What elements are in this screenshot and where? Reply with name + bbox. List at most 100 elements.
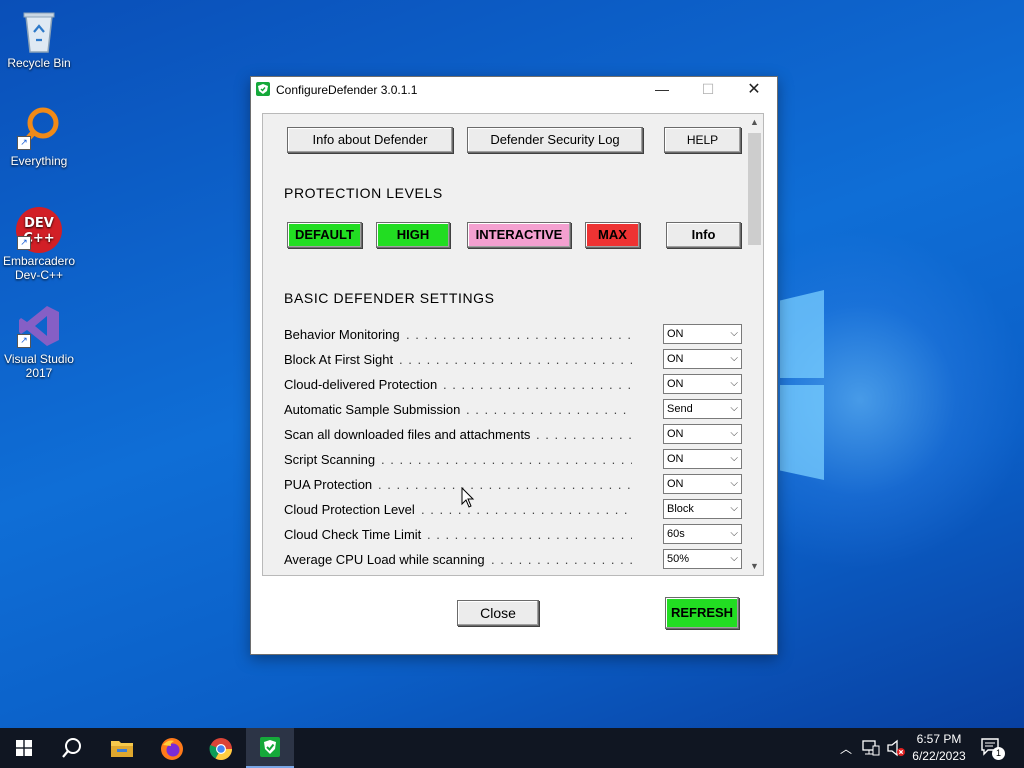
dropdown-value: ON (667, 328, 684, 340)
dot-leader: . . . . . . . . . . . . . . . . . . . . … (406, 327, 632, 342)
setting-label: Average CPU Load while scanning (284, 552, 485, 567)
chevron-down-icon: ⌵ (730, 328, 738, 339)
setting-row: Automatic Sample Submission . . . . . . .… (284, 399, 744, 419)
setting-row: PUA Protection . . . . . . . . . . . . . … (284, 474, 744, 494)
setting-row: Behavior Monitoring . . . . . . . . . . .… (284, 324, 744, 344)
info-about-defender-button[interactable]: Info about Defender (287, 127, 453, 153)
setting-label: Cloud Protection Level (284, 502, 415, 517)
setting-label: Cloud-delivered Protection (284, 377, 438, 392)
title-bar[interactable]: ConfigureDefender 3.0.1.1 — ☐ ✕ (251, 77, 777, 102)
recycle-bin-icon (17, 8, 61, 53)
taskbar-chrome[interactable] (197, 728, 245, 768)
chevron-down-icon: ⌵ (730, 403, 738, 414)
scroll-down-arrow-icon[interactable]: ▼ (746, 558, 763, 575)
max-level-button[interactable]: MAX (585, 222, 640, 248)
shortcut-arrow-icon: ↗ (17, 334, 31, 348)
visual-studio-icon: ↗ (17, 304, 61, 348)
mouse-cursor-icon (461, 487, 475, 508)
desktop-icon-recycle-bin[interactable]: Recycle Bin (0, 8, 78, 70)
basic-settings-heading: BASIC DEFENDER SETTINGS (284, 290, 495, 306)
setting-label: Automatic Sample Submission (284, 402, 461, 417)
setting-dropdown[interactable]: 50% ⌵ (663, 549, 742, 569)
interactive-level-button[interactable]: INTERACTIVE (467, 222, 571, 248)
minimize-button[interactable]: — (639, 77, 685, 102)
setting-label: Behavior Monitoring (284, 327, 400, 342)
setting-dropdown[interactable]: ON ⌵ (663, 449, 742, 469)
setting-dropdown[interactable]: ON ⌵ (663, 374, 742, 394)
taskbar-file-explorer[interactable] (98, 728, 146, 768)
search-button[interactable] (48, 728, 96, 768)
chevron-down-icon: ⌵ (730, 453, 738, 464)
setting-label: Script Scanning (284, 452, 376, 467)
settings-panel: Info about Defender Defender Security Lo… (262, 113, 764, 576)
svg-text:DEV: DEV (24, 216, 54, 231)
desktop-icon-devcpp[interactable]: DEV C++ ↗ Embarcadero Dev-C++ (0, 206, 78, 282)
firefox-icon (161, 738, 183, 760)
setting-dropdown[interactable]: ON ⌵ (663, 424, 742, 444)
defender-security-log-button[interactable]: Defender Security Log (467, 127, 643, 153)
taskbar-firefox[interactable] (148, 728, 196, 768)
close-window-button[interactable]: ✕ (731, 77, 777, 102)
maximize-button[interactable]: ☐ (685, 77, 731, 102)
setting-dropdown[interactable]: 60s ⌵ (663, 524, 742, 544)
clock-date[interactable]: 6/22/2023 (904, 749, 974, 763)
setting-dropdown[interactable]: ON ⌵ (663, 474, 742, 494)
high-level-button[interactable]: HIGH (376, 222, 450, 248)
chrome-icon (209, 738, 232, 760)
desktop-icon-label: Everything (10, 154, 68, 168)
dot-leader: . . . . . . . . . . . . . . . . . . . . … (466, 402, 632, 417)
dot-leader: . . . . . . . . . . . . . . . . . . . . … (399, 352, 632, 367)
volume-muted-icon[interactable] (886, 739, 906, 757)
setting-dropdown[interactable]: ON ⌵ (663, 324, 742, 344)
dropdown-value: ON (667, 353, 684, 365)
taskbar-configure-defender[interactable] (246, 728, 294, 768)
levels-info-button[interactable]: Info (666, 222, 741, 248)
show-hidden-icons-chevron-icon[interactable]: ︿ (840, 740, 852, 757)
window-title: ConfigureDefender 3.0.1.1 (276, 83, 418, 97)
dropdown-value: ON (667, 378, 684, 390)
start-button[interactable] (0, 728, 48, 768)
everything-search-icon: ↗ (17, 106, 61, 150)
setting-dropdown[interactable]: Send ⌵ (663, 399, 742, 419)
clock-time[interactable]: 6:57 PM (904, 732, 974, 746)
defender-shield-icon (256, 82, 270, 96)
dropdown-value: Send (667, 403, 693, 415)
scroll-thumb[interactable] (748, 133, 761, 245)
setting-label: Block At First Sight (284, 352, 394, 367)
dot-leader: . . . . . . . . . . . . . . . . . . . . … (421, 502, 632, 517)
action-center-button[interactable]: 1 (980, 737, 1010, 761)
setting-row: Cloud Protection Level . . . . . . . . . … (284, 499, 744, 519)
dot-leader: . . . . . . . . . . . . . . . . . . . . … (427, 527, 632, 542)
chevron-down-icon: ⌵ (730, 353, 738, 364)
dot-leader: . . . . . . . . . . . . . . . . . . . . … (378, 477, 632, 492)
wallpaper-windows-logo (780, 290, 824, 480)
setting-dropdown[interactable]: ON ⌵ (663, 349, 742, 369)
network-icon[interactable] (862, 740, 880, 756)
setting-row: Script Scanning . . . . . . . . . . . . .… (284, 449, 744, 469)
setting-dropdown[interactable]: Block ⌵ (663, 499, 742, 519)
file-explorer-icon (111, 741, 133, 757)
desktop-icon-visual-studio[interactable]: ↗ Visual Studio 2017 (0, 304, 78, 380)
devcpp-icon: DEV C++ ↗ (16, 206, 62, 253)
taskbar: ︿ 6:57 PM 6/22/2023 1 (0, 728, 1024, 768)
desktop-icon-label: Recycle Bin (7, 56, 71, 70)
desktop-icon-label: Visual Studio 2017 (4, 352, 74, 380)
chevron-down-icon: ⌵ (730, 553, 738, 564)
setting-row: Cloud Check Time Limit . . . . . . . . . … (284, 524, 744, 544)
setting-label: Cloud Check Time Limit (284, 527, 422, 542)
scroll-up-arrow-icon[interactable]: ▲ (746, 114, 763, 131)
setting-row: Block At First Sight . . . . . . . . . . … (284, 349, 744, 369)
close-button[interactable]: Close (457, 600, 539, 626)
defender-shield-icon (260, 737, 280, 757)
refresh-button[interactable]: REFRESH (665, 597, 739, 629)
configure-defender-window: ConfigureDefender 3.0.1.1 — ☐ ✕ Info abo… (250, 76, 778, 655)
vertical-scrollbar[interactable]: ▲ ▼ (746, 114, 763, 575)
dropdown-value: 60s (667, 528, 685, 540)
protection-levels-heading: PROTECTION LEVELS (284, 185, 443, 201)
chevron-down-icon: ⌵ (730, 428, 738, 439)
desktop-icon-label: Embarcadero Dev-C++ (2, 254, 76, 282)
default-level-button[interactable]: DEFAULT (287, 222, 362, 248)
desktop-icon-everything[interactable]: ↗ Everything (0, 106, 78, 168)
dropdown-value: ON (667, 453, 684, 465)
help-button[interactable]: HELP (664, 127, 741, 153)
